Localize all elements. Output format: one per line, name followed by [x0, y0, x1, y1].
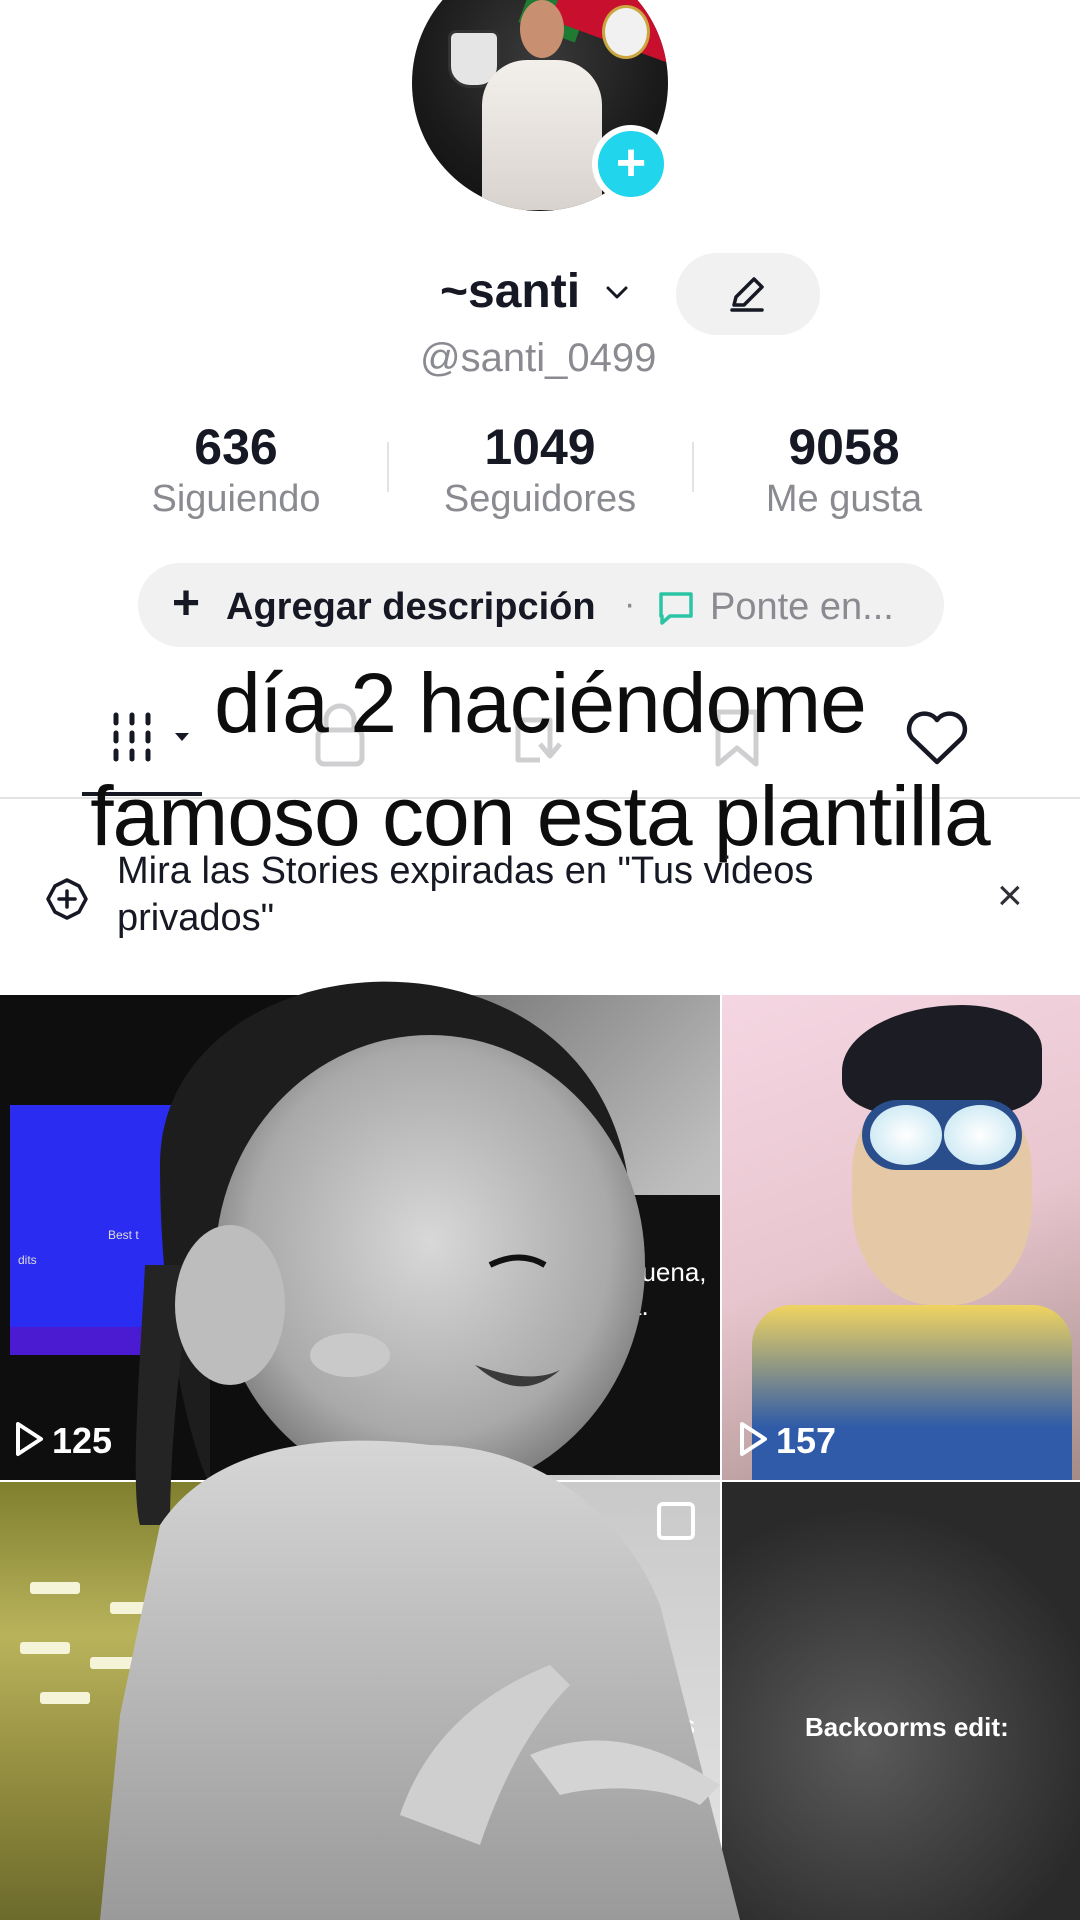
- meme-baby-image: [100, 981, 740, 1920]
- plus-icon: +: [172, 577, 201, 630]
- stat-divider: [387, 442, 389, 492]
- thumbnail-text: dits: [18, 1253, 37, 1267]
- edit-profile-button[interactable]: [676, 253, 820, 335]
- thumbnail-caption: Backoorms edit:: [805, 1712, 1009, 1742]
- stat-label: Seguidores: [443, 478, 637, 520]
- display-name[interactable]: ~santi: [440, 264, 580, 319]
- stat-label: Me gusta: [765, 478, 923, 520]
- pencil-icon: [730, 277, 764, 312]
- username: @santi_0499: [420, 336, 657, 380]
- stat-likes[interactable]: 9058 Me gusta: [694, 418, 994, 522]
- stat-label: Siguiendo: [151, 478, 321, 520]
- chevron-down-icon[interactable]: [605, 280, 629, 304]
- stat-value: 636: [194, 419, 278, 475]
- stories-banner-text: Mira las Stories expiradas en "Tus video…: [117, 850, 814, 939]
- stories-icon: [46, 878, 88, 920]
- chat-bubble-icon: [659, 592, 693, 625]
- overlay-caption-line1: día 2 haciéndome: [214, 656, 867, 750]
- add-bio-button[interactable]: Agregar descripción: [226, 586, 596, 629]
- close-banner-button[interactable]: ×: [997, 874, 1023, 918]
- stat-followers[interactable]: 1049 Seguidores: [390, 418, 690, 522]
- stat-value: 9058: [788, 419, 900, 475]
- stat-value: 1049: [484, 419, 596, 475]
- status-button[interactable]: Ponte en...: [710, 586, 894, 629]
- play-icon: [16, 1422, 43, 1456]
- add-story-button[interactable]: +: [592, 125, 670, 203]
- view-count: 125: [14, 1420, 112, 1462]
- stat-following[interactable]: 636 Siguiendo: [86, 418, 386, 522]
- separator-dot: ·: [624, 585, 636, 623]
